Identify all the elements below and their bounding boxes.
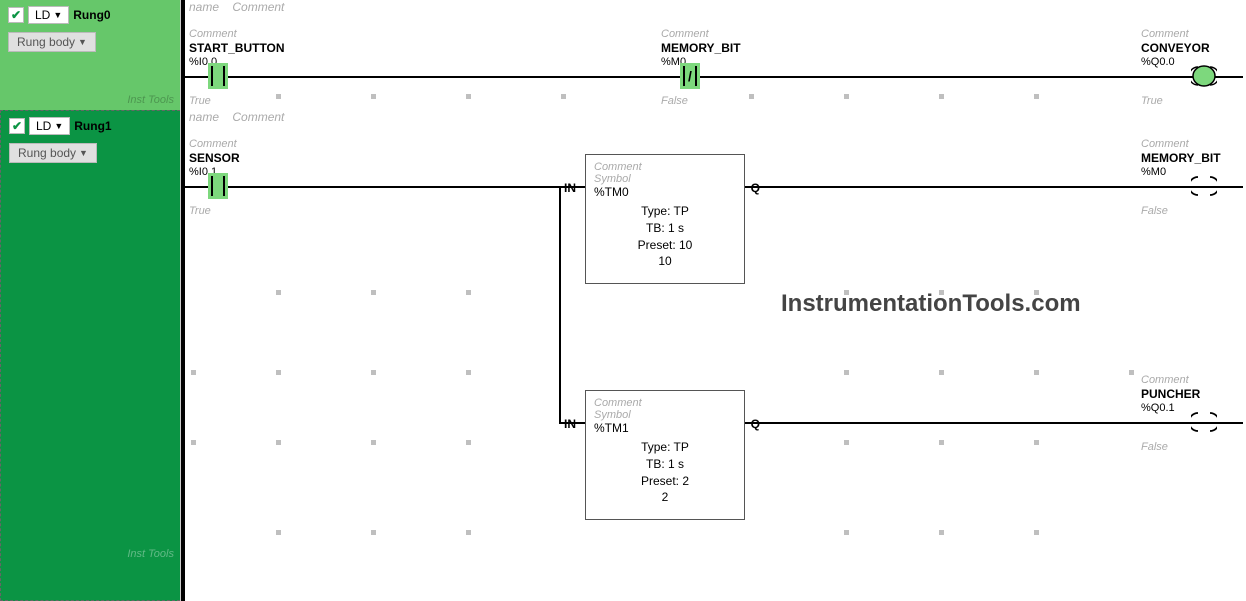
timer2-pin-q: Q [751,417,760,431]
timer1-block[interactable]: IN Q Comment Symbol %TM0 Type: TP TB: 1 … [585,154,745,284]
rung0-contact2[interactable]: / [683,66,697,86]
timer1-preset: Preset: 10 [594,237,736,254]
timer2-preset: Preset: 2 [594,473,736,490]
rung1-body-select[interactable]: Rung body ▼ [9,143,97,163]
timer2-pin-in: IN [564,417,576,431]
timer1-pin-q: Q [751,181,760,195]
chevron-down-icon: ▼ [54,121,63,131]
rung1-canvas[interactable]: name Comment Comment SENSOR %I0.1 True I… [180,110,1246,601]
timer2-block[interactable]: IN Q Comment Symbol %TM1 Type: TP TB: 1 … [585,390,745,520]
watermark-large: InstrumentationTools.com [781,290,1081,318]
rung1-contact1[interactable] [211,176,225,196]
rung0-sidebar: ✔ LD ▼ Rung0 Rung body ▼ Inst Tools [0,0,180,110]
timer2-tb: TB: 1 s [594,456,736,473]
timer1-pin-in: IN [564,181,576,195]
rung0-contact1[interactable] [211,66,225,86]
chevron-down-icon: ▼ [78,37,87,47]
rung1-lang-select[interactable]: LD ▼ [29,117,70,135]
rung1-coil1[interactable] [1191,175,1217,197]
rung0-coil[interactable] [1191,65,1217,87]
rung0-name: Rung0 [73,8,110,22]
watermark-small: Inst Tools [127,548,174,560]
rung0-canvas[interactable]: name Comment Comment START_BUTTON %I0.0 … [180,0,1246,110]
chevron-down-icon: ▼ [79,148,88,158]
rung0-enabled-check[interactable]: ✔ [8,7,24,23]
header-comment-label: Comment [232,110,284,124]
rung1-name: Rung1 [74,119,111,133]
rung0-lang-select[interactable]: LD ▼ [28,6,69,24]
rung1-enabled-check[interactable]: ✔ [9,118,25,134]
rung1-wire-vert [559,186,561,424]
timer2-value: 2 [594,489,736,506]
rung0-lang-label: LD [35,8,50,22]
watermark-small: Inst Tools [127,94,174,106]
timer1-value: 10 [594,253,736,270]
rung0-body-select[interactable]: Rung body ▼ [8,32,96,52]
timer1-tb: TB: 1 s [594,220,736,237]
rung0-contact2-label: Comment MEMORY_BIT %M0 False [661,28,741,108]
timer1-type: Type: TP [594,203,736,220]
rung0-contact1-label: Comment START_BUTTON %I0.0 True [189,28,285,108]
rung1-sidebar: ✔ LD ▼ Rung1 Rung body ▼ Inst Tools [0,110,180,601]
rung1-coil2[interactable] [1191,411,1217,433]
header-name-label: name [189,110,219,124]
header-comment-label: Comment [232,0,284,14]
rung0-body-label: Rung body [17,35,75,49]
rung1-canvas-header: name Comment [189,110,284,124]
rung1-body-label: Rung body [18,146,76,160]
header-name-label: name [189,0,219,14]
timer2-type: Type: TP [594,439,736,456]
rung1-lang-label: LD [36,119,51,133]
nc-slash: / [688,68,692,84]
rung0-canvas-header: name Comment [189,0,284,14]
rung1-wire-left [185,186,585,188]
chevron-down-icon: ▼ [53,10,62,20]
